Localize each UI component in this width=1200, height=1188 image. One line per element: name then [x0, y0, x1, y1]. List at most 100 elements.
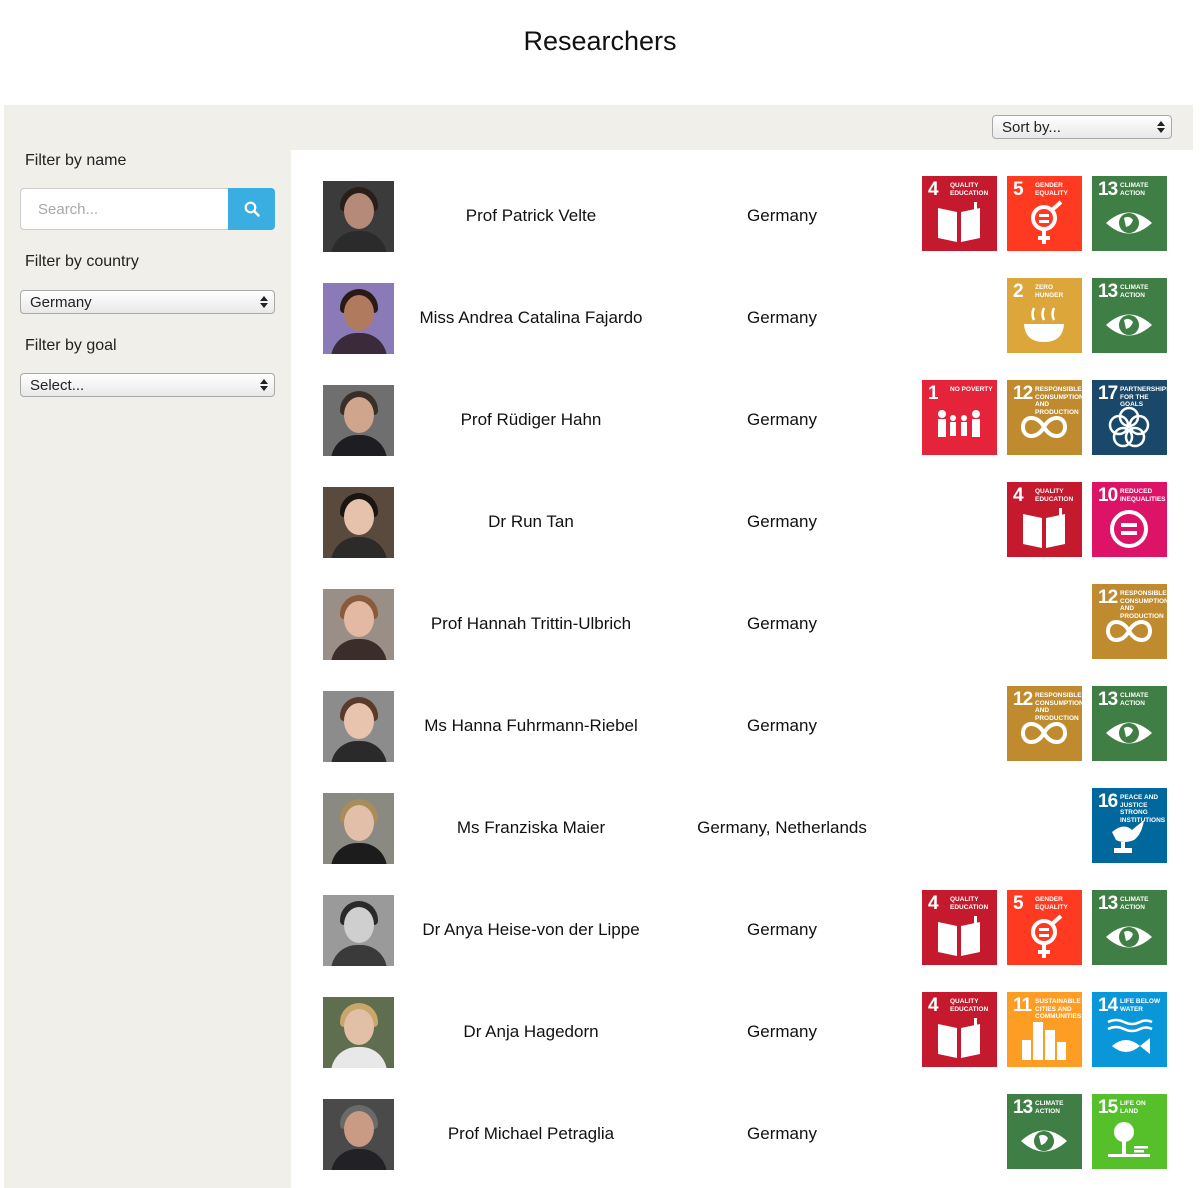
sdg-goal-4-tile[interactable]: 4 Quality education	[1007, 482, 1082, 557]
researcher-name[interactable]: Prof Rüdiger Hahn	[401, 410, 661, 430]
sdg-goal-number: 5	[1013, 893, 1024, 914]
researcher-row[interactable]: Ms Franziska Maier Germany, Netherlands 16…	[291, 788, 1193, 868]
researcher-name[interactable]: Prof Michael Petraglia	[401, 1124, 661, 1144]
sdg-goal-12-tile[interactable]: 12 Responsible consumption and production	[1092, 584, 1167, 659]
sort-select[interactable]: Sort by...	[992, 115, 1172, 139]
avatar[interactable]	[323, 895, 394, 966]
avatar[interactable]	[323, 1099, 394, 1170]
researcher-row[interactable]: Prof Michael Petraglia Germany 13 Climate a…	[291, 1094, 1193, 1174]
sdg-goal-number: 17	[1098, 383, 1118, 404]
researcher-name[interactable]: Prof Hannah Trittin-Ulbrich	[401, 614, 661, 634]
sdg-goal-4-tile[interactable]: 4 Quality education	[922, 890, 997, 965]
researcher-row[interactable]: Dr Anja Hagedorn Germany 4 Quality educatio…	[291, 992, 1193, 1072]
researcher-row[interactable]: Miss Andrea Catalina Fajardo Germany 2 Zero…	[291, 278, 1193, 358]
sdg-goal-17-tile[interactable]: 17 Partnerships for the goals	[1092, 380, 1167, 455]
sdg-goal-1-tile[interactable]: 1 No poverty	[922, 380, 997, 455]
sdg-goal-16-tile[interactable]: 16 Peace and justice strong institutions	[1092, 788, 1167, 863]
sdg-goal-label: Climate action	[1120, 692, 1149, 707]
sdg-goal-number: 16	[1098, 791, 1118, 812]
sdg-goal-number: 15	[1098, 1097, 1118, 1118]
avatar[interactable]	[323, 997, 394, 1068]
filter-goal-label: Filter by goal	[25, 337, 117, 354]
researcher-name[interactable]: Ms Hanna Fuhrmann-Riebel	[401, 716, 661, 736]
sdg-goal-label: Gender equality	[1035, 896, 1068, 911]
avatar[interactable]	[323, 283, 394, 354]
sdg-goal-15-tile[interactable]: 15 Life on land	[1092, 1094, 1167, 1169]
sdg-goal-10-tile[interactable]: 10 Reduced inequalities	[1092, 482, 1167, 557]
researcher-country: Germany, Netherlands	[697, 818, 867, 837]
researcher-row[interactable]: Prof Rüdiger Hahn Germany 1 No poverty 12 Res…	[291, 380, 1193, 460]
sdg-goal-13-tile[interactable]: 13 Climate action	[1007, 1094, 1082, 1169]
sdg-goal-number: 4	[928, 179, 939, 200]
sdg-goal-14-tile[interactable]: 14 Life below water	[1092, 992, 1167, 1067]
sdg-goal-5-tile[interactable]: 5 Gender equality	[1007, 176, 1082, 251]
avatar[interactable]	[323, 487, 394, 558]
sdg-goal-number: 14	[1098, 995, 1118, 1016]
researcher-name[interactable]: Ms Franziska Maier	[401, 818, 661, 838]
sdg-goal-13-tile[interactable]: 13 Climate action	[1092, 176, 1167, 251]
researcher-name[interactable]: Prof Patrick Velte	[401, 206, 661, 226]
country-select-value: Germany	[30, 294, 92, 311]
sdg-goal-number: 11	[1013, 995, 1032, 1016]
avatar[interactable]	[323, 793, 394, 864]
researcher-country: Germany	[747, 410, 817, 429]
sdg-goal-label: Life on land	[1120, 1100, 1146, 1115]
filter-country-label: Filter by country	[25, 253, 139, 270]
sdg-goal-number: 13	[1098, 179, 1118, 200]
researcher-country: Germany	[747, 1022, 817, 1041]
researcher-row[interactable]: Ms Hanna Fuhrmann-Riebel Germany 12 Respons…	[291, 686, 1193, 766]
sdg-goal-2-tile[interactable]: 2 Zero hunger	[1007, 278, 1082, 353]
sdg-goal-label: No poverty	[950, 386, 993, 393]
researcher-row[interactable]: Dr Anya Heise-von der Lippe Germany 4 Quali…	[291, 890, 1193, 970]
sdg-goal-4-tile[interactable]: 4 Quality education	[922, 176, 997, 251]
avatar[interactable]	[323, 181, 394, 252]
researcher-name[interactable]: Dr Anya Heise-von der Lippe	[401, 920, 661, 940]
sdg-goal-number: 13	[1098, 689, 1118, 710]
sdg-goal-number: 12	[1098, 587, 1118, 608]
sdg-goal-13-tile[interactable]: 13 Climate action	[1092, 278, 1167, 353]
sdg-goal-12-tile[interactable]: 12 Responsible consumption and production	[1007, 686, 1082, 761]
researcher-country: Germany	[747, 614, 817, 633]
sdg-goal-13-tile[interactable]: 13 Climate action	[1092, 890, 1167, 965]
researcher-row[interactable]: Prof Patrick Velte Germany 4 Quality educat…	[291, 176, 1193, 256]
sdg-goal-13-tile[interactable]: 13 Climate action	[1092, 686, 1167, 761]
sdg-goal-number: 2	[1013, 281, 1024, 302]
avatar[interactable]	[323, 589, 394, 660]
sdg-goal-number: 4	[1013, 485, 1024, 506]
researcher-name[interactable]: Miss Andrea Catalina Fajardo	[401, 308, 661, 328]
sdg-goal-label: Zero hunger	[1035, 284, 1064, 299]
sort-select-value: Sort by...	[1002, 119, 1061, 136]
search-input[interactable]	[20, 188, 228, 230]
researcher-row[interactable]: Prof Hannah Trittin-Ulbrich Germany 12 Resp…	[291, 584, 1193, 664]
select-arrows-icon	[260, 294, 268, 310]
sdg-goal-4-tile[interactable]: 4 Quality education	[922, 992, 997, 1067]
avatar[interactable]	[323, 385, 394, 456]
researcher-country: Germany	[747, 716, 817, 735]
select-arrows-icon	[260, 377, 268, 393]
sdg-goal-number: 10	[1098, 485, 1118, 506]
country-select[interactable]: Germany	[20, 290, 275, 314]
sdg-goal-label: Life below water	[1120, 998, 1161, 1013]
researcher-country: Germany	[747, 512, 817, 531]
researcher-country: Germany	[747, 206, 817, 225]
page-title: Researchers	[523, 26, 677, 56]
sdg-goal-number: 13	[1098, 893, 1118, 914]
sdg-goal-5-tile[interactable]: 5 Gender equality	[1007, 890, 1082, 965]
goal-select-value: Select...	[30, 377, 85, 394]
filter-name-label: Filter by name	[25, 152, 127, 169]
researcher-row[interactable]: Dr Run Tan Germany 4 Quality education 10 Red…	[291, 482, 1193, 562]
sdg-goal-label: Quality education	[950, 896, 989, 911]
sdg-goal-11-tile[interactable]: 11 Sustainable cities and communities	[1007, 992, 1082, 1067]
search-button[interactable]	[228, 188, 275, 230]
researcher-name[interactable]: Dr Run Tan	[401, 512, 661, 532]
researcher-country: Germany	[747, 920, 817, 939]
avatar[interactable]	[323, 691, 394, 762]
sdg-goal-number: 12	[1013, 689, 1033, 710]
researcher-country: Germany	[747, 308, 817, 327]
sdg-goal-12-tile[interactable]: 12 Responsible consumption and production	[1007, 380, 1082, 455]
goal-select[interactable]: Select...	[20, 373, 275, 397]
sdg-goal-label: Climate action	[1120, 896, 1149, 911]
sdg-goal-label: Quality education	[1035, 488, 1074, 503]
researcher-name[interactable]: Dr Anja Hagedorn	[401, 1022, 661, 1042]
researcher-country: Germany	[747, 1124, 817, 1143]
